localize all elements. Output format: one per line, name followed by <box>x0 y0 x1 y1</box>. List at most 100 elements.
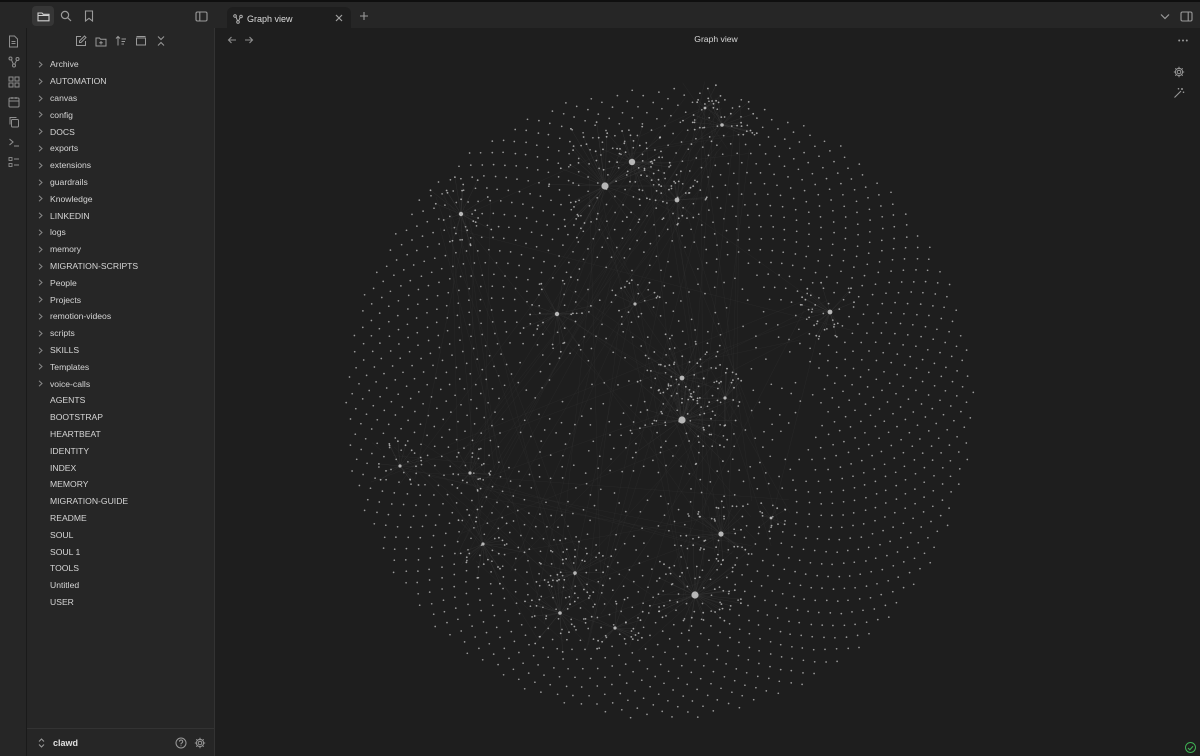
graph-node[interactable] <box>883 370 885 373</box>
graph-node[interactable] <box>425 514 427 517</box>
graph-node[interactable] <box>686 129 689 132</box>
graph-node[interactable] <box>580 214 582 217</box>
graph-node[interactable] <box>560 203 562 206</box>
graph-node[interactable] <box>716 470 719 472</box>
graph-node[interactable] <box>477 587 480 590</box>
graph-node[interactable] <box>613 626 617 630</box>
graph-node[interactable] <box>467 548 469 551</box>
graph-node[interactable] <box>893 511 896 514</box>
graph-node[interactable] <box>941 499 944 501</box>
graph-node[interactable] <box>466 559 468 562</box>
graph-node[interactable] <box>914 472 917 475</box>
graph-node[interactable] <box>460 492 463 494</box>
chevron-right-icon[interactable] <box>38 162 44 169</box>
graph-node[interactable] <box>869 414 872 417</box>
graph-node[interactable] <box>803 598 805 600</box>
graph-node[interactable] <box>631 652 634 654</box>
graph-node[interactable] <box>508 657 510 660</box>
graph-node[interactable] <box>599 488 602 491</box>
graph-node[interactable] <box>652 704 655 706</box>
graph-node[interactable] <box>571 648 573 651</box>
graph-node[interactable] <box>751 132 754 134</box>
graph-node[interactable] <box>878 194 880 196</box>
graph-node[interactable] <box>803 151 805 154</box>
graph-node[interactable] <box>745 671 748 674</box>
graph-node[interactable] <box>919 567 921 570</box>
graph-node[interactable] <box>876 582 878 585</box>
graph-node[interactable] <box>348 376 351 378</box>
graph-node[interactable] <box>818 367 820 369</box>
graph-node[interactable] <box>888 342 891 345</box>
chevron-right-icon[interactable] <box>38 195 44 202</box>
copy-icon[interactable] <box>6 114 21 129</box>
graph-node[interactable] <box>850 178 853 180</box>
graph-node[interactable] <box>587 190 589 193</box>
graph-node[interactable] <box>515 321 518 324</box>
graph-node[interactable] <box>514 568 517 571</box>
graph-node[interactable] <box>932 305 934 307</box>
graph-node[interactable] <box>596 667 599 670</box>
graph-node[interactable] <box>540 271 543 274</box>
graph-node[interactable] <box>923 466 926 469</box>
graph-node[interactable] <box>814 599 817 602</box>
graph-node[interactable] <box>779 630 782 633</box>
graph-node[interactable] <box>499 636 501 639</box>
graph-node[interactable] <box>477 217 479 219</box>
graph-node[interactable] <box>716 699 719 701</box>
graph-node[interactable] <box>931 459 934 461</box>
graph-node[interactable] <box>704 103 706 105</box>
graph-node[interactable] <box>683 618 686 620</box>
graph-node[interactable] <box>567 233 569 236</box>
graph-node[interactable] <box>654 149 656 151</box>
graph-node[interactable] <box>911 323 914 326</box>
graph-node[interactable] <box>759 461 761 464</box>
graph-node[interactable] <box>685 602 688 605</box>
graph-node[interactable] <box>354 407 357 410</box>
graph-node[interactable] <box>817 193 820 196</box>
graph-node[interactable] <box>676 409 679 412</box>
graph-node[interactable] <box>573 571 577 575</box>
graph-node[interactable] <box>362 310 364 312</box>
graph-node[interactable] <box>482 462 485 465</box>
graph-node[interactable] <box>811 393 814 396</box>
graph-node[interactable] <box>641 160 644 162</box>
graph-node[interactable] <box>371 350 374 353</box>
graph-node[interactable] <box>741 694 744 697</box>
graph-node[interactable] <box>663 172 666 174</box>
graph-node[interactable] <box>860 536 863 538</box>
graph-node[interactable] <box>469 237 472 239</box>
graph-node[interactable] <box>694 340 697 343</box>
graph-node[interactable] <box>668 638 671 640</box>
graph-node[interactable] <box>642 697 645 700</box>
graph-node[interactable] <box>873 608 876 610</box>
graph-node[interactable] <box>652 101 655 104</box>
graph-node[interactable] <box>689 419 692 422</box>
graph-node[interactable] <box>617 384 619 386</box>
chevron-right-icon[interactable] <box>38 296 44 303</box>
graph-node[interactable] <box>862 313 865 316</box>
graph-node[interactable] <box>796 511 798 514</box>
graph-node[interactable] <box>650 179 653 182</box>
graph-node[interactable] <box>496 501 498 504</box>
graph-node[interactable] <box>675 609 677 612</box>
graph-node[interactable] <box>777 523 779 525</box>
graph-node[interactable] <box>666 388 669 390</box>
graph-node[interactable] <box>514 557 517 560</box>
graph-node[interactable] <box>719 631 721 634</box>
graph-node[interactable] <box>442 502 444 505</box>
graph-node[interactable] <box>723 396 727 400</box>
graph-node[interactable] <box>582 618 585 620</box>
graph-node[interactable] <box>877 312 880 315</box>
graph-node[interactable] <box>808 222 810 225</box>
graph-node[interactable] <box>805 537 807 539</box>
graph-node[interactable] <box>920 403 923 405</box>
graph-node[interactable] <box>670 394 673 397</box>
graph-node[interactable] <box>548 418 551 420</box>
graph-node[interactable] <box>803 189 806 192</box>
graph-node[interactable] <box>888 382 891 385</box>
graph-node[interactable] <box>811 458 813 461</box>
graph-node[interactable] <box>777 553 779 556</box>
graph-node[interactable] <box>790 392 793 395</box>
graph-node[interactable] <box>611 645 613 648</box>
graph-node[interactable] <box>876 618 879 621</box>
